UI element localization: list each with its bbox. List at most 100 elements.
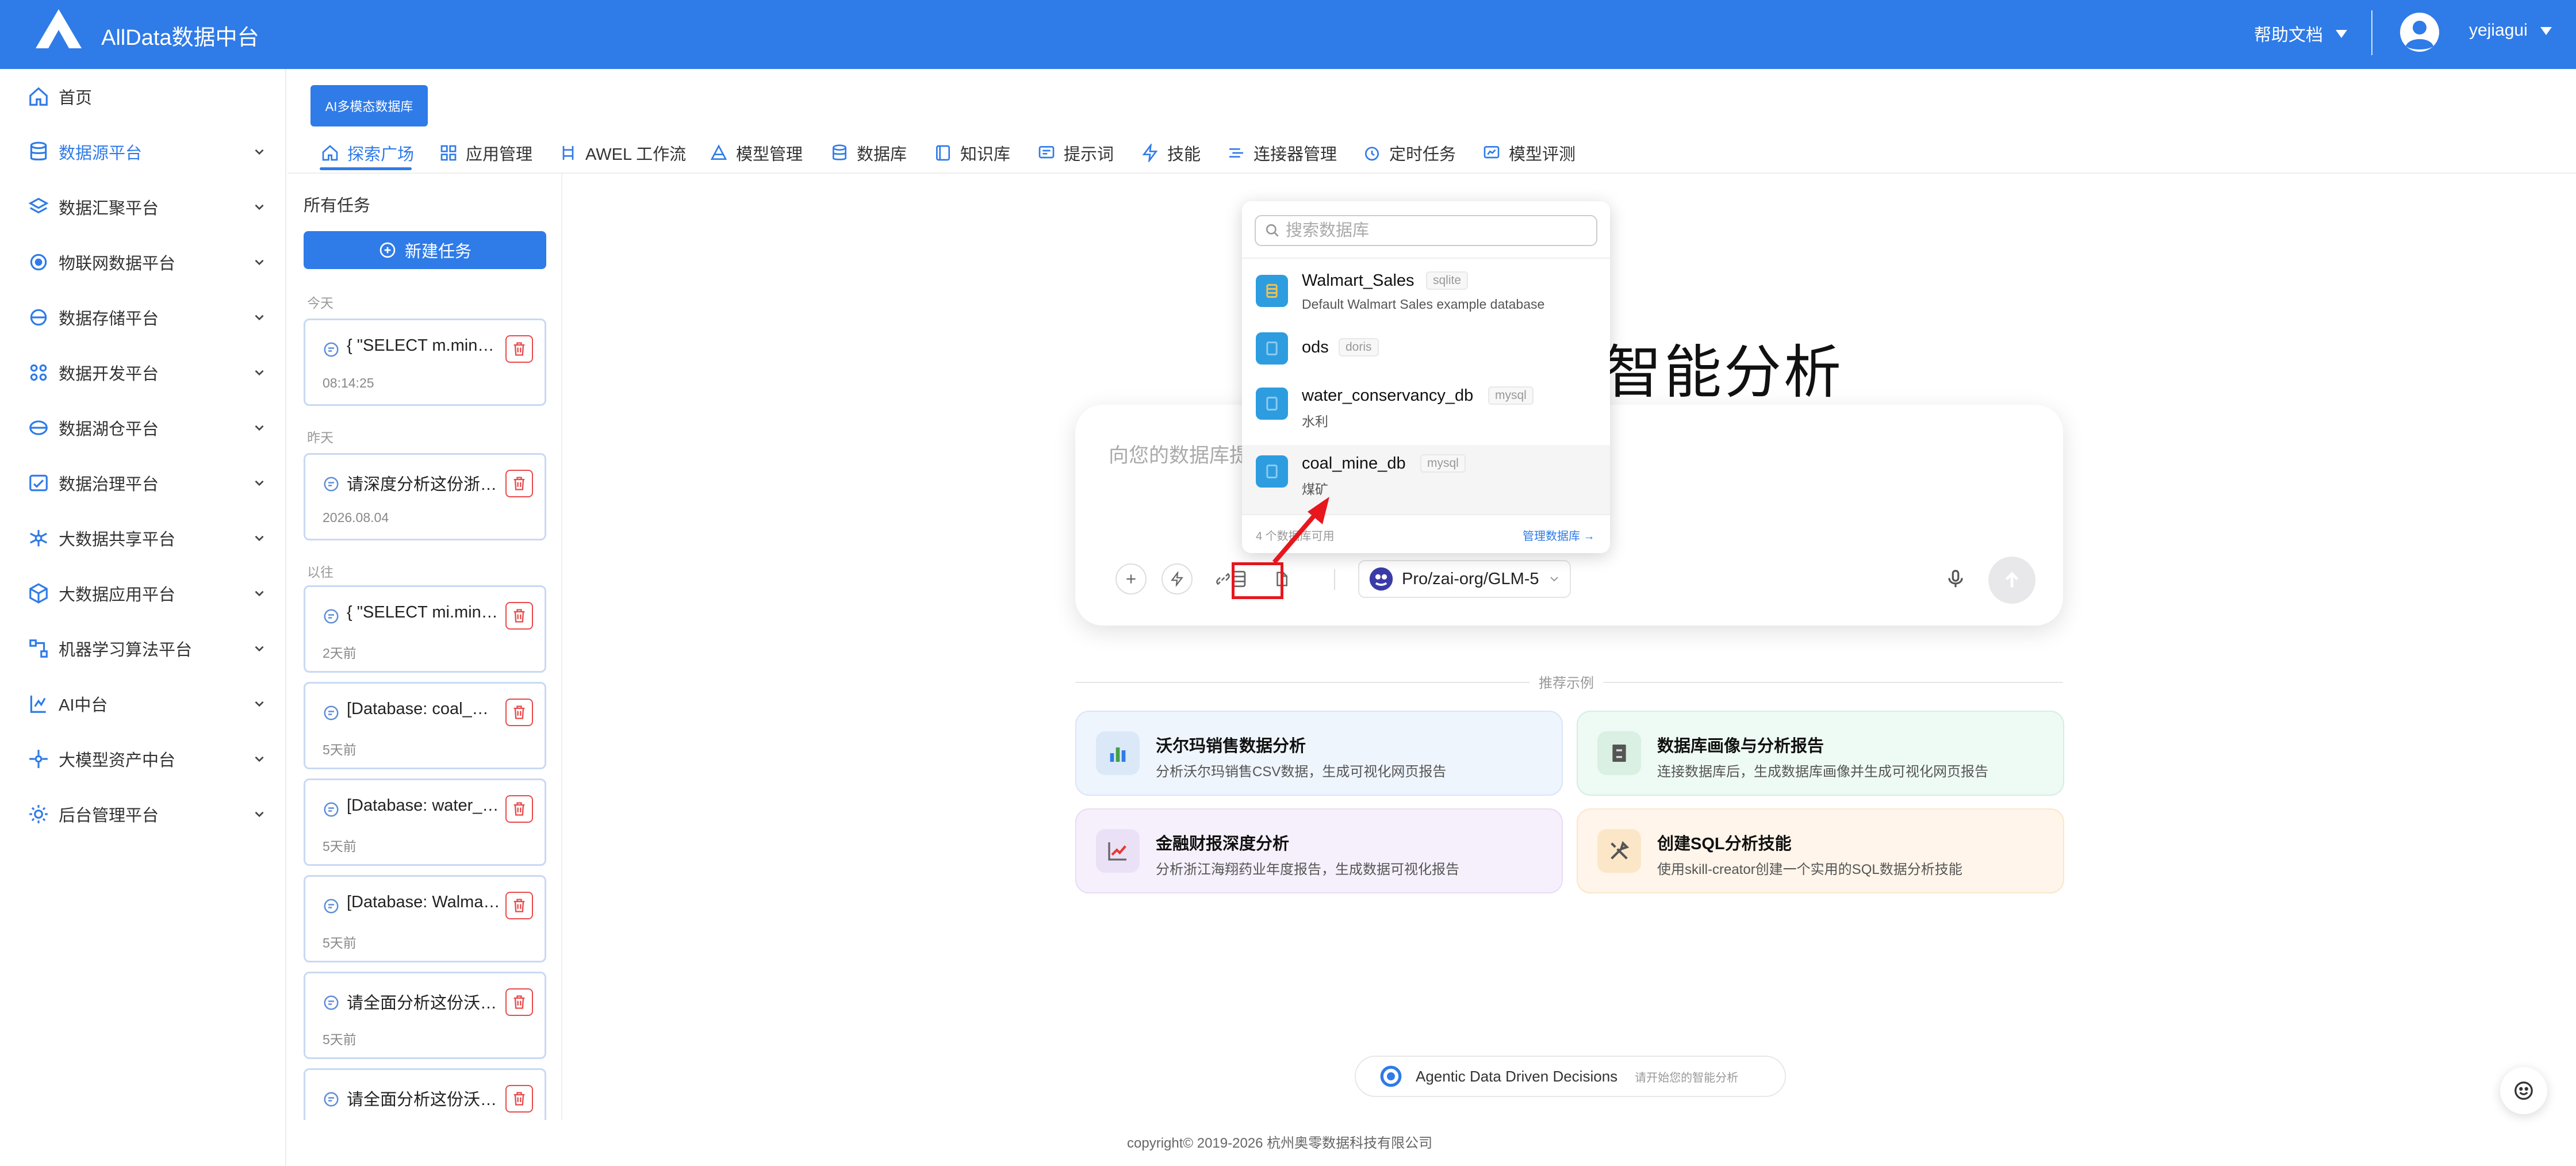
model-name: Pro/zai-org/GLM-5 (1402, 569, 1539, 588)
nav-item-data-collection[interactable]: 数据汇聚平台 (0, 179, 286, 235)
caret-down-icon (2540, 25, 2552, 36)
lightning-icon (1141, 144, 1159, 162)
example-card[interactable]: 创建SQL分析技能 使用skill-creator创建一个实用的SQL数据分析技… (1577, 808, 2064, 893)
tab-model-management[interactable]: 模型管理 (710, 137, 803, 169)
database-name: ods (1302, 338, 1329, 356)
chevron-down-icon (252, 641, 267, 656)
delete-icon[interactable] (505, 795, 533, 823)
nav-item-lakehouse[interactable]: 数据湖仓平台 (0, 400, 286, 455)
skill-lightning-icon[interactable] (1162, 563, 1193, 594)
task-card[interactable]: 请全面分析这份沃尔玛销售数据... (304, 1068, 546, 1120)
tab-database[interactable]: 数据库 (830, 137, 907, 169)
database-name: water_conservancy_db (1302, 386, 1474, 405)
nav-item-ml[interactable]: 机器学习算法平台 (0, 621, 286, 676)
agentic-logo-icon (1379, 1064, 1403, 1088)
alldata-logo-icon[interactable] (33, 7, 84, 51)
delete-icon[interactable] (505, 602, 533, 630)
active-tab-indicator (320, 167, 412, 170)
add-icon[interactable] (1116, 563, 1147, 594)
example-card[interactable]: 金融财报深度分析 分析浙江海翔药业年度报告，生成数据可视化报告 (1075, 808, 1563, 893)
plus-circle-icon (378, 241, 397, 259)
share-icon (28, 527, 49, 549)
nav-item-admin[interactable]: 后台管理平台 (0, 787, 286, 842)
nav-item-home[interactable]: 首页 (0, 69, 286, 124)
delete-icon[interactable] (505, 335, 533, 363)
tab-knowledge-base[interactable]: 知识库 (934, 137, 1010, 169)
model-selector[interactable]: Pro/zai-org/GLM-5 (1358, 560, 1571, 598)
tab-model-evaluation[interactable]: 模型评测 (1482, 137, 1575, 169)
nav-item-application[interactable]: 大数据应用平台 (0, 566, 286, 621)
delete-icon[interactable] (505, 1085, 533, 1113)
top-header: AllData数据中台 帮助文档 yejiagui (0, 0, 2576, 69)
task-card[interactable]: 请深度分析这份浙江海翔药业... 2026.08.04 (304, 453, 546, 540)
tab-awel-workflow[interactable]: AWEL 工作流 (559, 137, 686, 169)
delete-icon[interactable] (505, 699, 533, 726)
ml-icon (28, 638, 49, 659)
new-task-button[interactable]: 新建任务 (304, 231, 546, 269)
chevron-down-icon (252, 255, 267, 270)
sidebar-nav: 首页 数据源平台 数据汇聚平台 物联网数据平台 数据存储平台 数据开发平台 数据… (0, 69, 286, 1166)
nav-item-dev[interactable]: 数据开发平台 (0, 345, 286, 400)
delete-icon[interactable] (505, 892, 533, 919)
task-card[interactable]: { "SELECT mi.mine_name... 2天前 (304, 585, 546, 673)
example-card[interactable]: 数据库画像与分析报告 连接数据库后，生成数据库画像并生成可视化网页报告 (1577, 711, 2064, 796)
task-card[interactable]: [Database: Walmart_Sales]... 5天前 (304, 875, 546, 962)
task-card[interactable]: [Database: water_conservancy... 5天前 (304, 778, 546, 866)
connector-icon (1227, 144, 1245, 162)
tab-label: AWEL 工作流 (585, 145, 687, 164)
tab-connectors[interactable]: 连接器管理 (1227, 137, 1337, 169)
example-card[interactable]: 沃尔玛销售数据分析 分析沃尔玛销售CSV数据，生成可视化网页报告 (1075, 711, 1563, 796)
section-yesterday: 昨天 (307, 430, 334, 445)
chat-icon (323, 897, 340, 915)
nav-item-ai[interactable]: AI中台 (0, 676, 286, 731)
database-option[interactable]: ods doris (1242, 323, 1610, 373)
smiley-feedback-icon[interactable] (2500, 1067, 2547, 1114)
database-search-input[interactable] (1286, 221, 1585, 240)
task-card[interactable]: 请全面分析这份沃尔玛销售数据... 5天前 (304, 972, 546, 1059)
chevron-down-icon (252, 751, 267, 766)
database-option[interactable]: water_conservancy_db mysql 水利 (1242, 373, 1610, 436)
ai-multimodal-db-badge[interactable]: AI多模态数据库 (310, 85, 428, 126)
delete-icon[interactable] (505, 470, 533, 497)
task-card[interactable]: [Database: coal_mine_db]... 5天前 (304, 682, 546, 769)
tabs-divider (288, 172, 2576, 174)
tab-apps[interactable]: 应用管理 (439, 137, 532, 169)
examples-label: 推荐示例 (1529, 672, 1603, 692)
agentic-banner: Agentic Data Driven Decisions 请开始您的智能分析 (1355, 1056, 1786, 1097)
task-card[interactable]: { "SELECT m.mine_name... 08:14:25 (304, 319, 546, 406)
nav-item-storage[interactable]: 数据存储平台 (0, 290, 286, 345)
delete-icon[interactable] (505, 988, 533, 1016)
task-text: { "SELECT m.mine_name... (347, 336, 502, 355)
user-avatar-icon[interactable] (2399, 11, 2440, 53)
nav-item-datasource[interactable]: 数据源平台 (0, 124, 286, 179)
chevron-down-icon (252, 807, 267, 822)
nav-label: 首页 (59, 89, 93, 108)
nav-item-governance[interactable]: 数据治理平台 (0, 455, 286, 511)
database-description: Default Walmart Sales example database (1302, 297, 1545, 312)
iot-icon (28, 251, 49, 273)
nav-label: 大数据共享平台 (59, 531, 176, 549)
database-icon (1256, 455, 1288, 488)
chat-icon (323, 994, 340, 1011)
manage-databases-link[interactable]: 管理数据库 → (1523, 527, 1595, 543)
section-today: 今天 (307, 296, 334, 310)
nav-label: 机器学习算法平台 (59, 641, 193, 659)
nav-item-share[interactable]: 大数据共享平台 (0, 511, 286, 566)
annotation-arrow (1272, 497, 1329, 564)
nav-label: 物联网数据平台 (59, 255, 176, 273)
microphone-icon[interactable] (1940, 563, 1971, 594)
help-docs-menu[interactable]: 帮助文档 (2254, 21, 2347, 46)
tab-skills[interactable]: 技能 (1141, 137, 1201, 169)
prompt-icon (1037, 144, 1056, 162)
tab-prompts[interactable]: 提示词 (1037, 137, 1114, 169)
cabinet-icon (1597, 731, 1641, 775)
database-option[interactable]: Walmart_Sales sqlite Default Walmart Sal… (1242, 260, 1610, 323)
nav-item-iot[interactable]: 物联网数据平台 (0, 235, 286, 290)
tab-explore[interactable]: 探索广场 (321, 137, 414, 169)
tab-scheduled-tasks[interactable]: 定时任务 (1363, 137, 1456, 169)
example-description: 使用skill-creator创建一个实用的SQL数据分析技能 (1657, 862, 1962, 877)
user-menu[interactable]: yejiagui (2469, 21, 2552, 40)
nav-item-model-assets[interactable]: 大模型资产中台 (0, 731, 286, 787)
database-search[interactable] (1255, 215, 1597, 246)
send-icon[interactable] (1988, 557, 2035, 604)
